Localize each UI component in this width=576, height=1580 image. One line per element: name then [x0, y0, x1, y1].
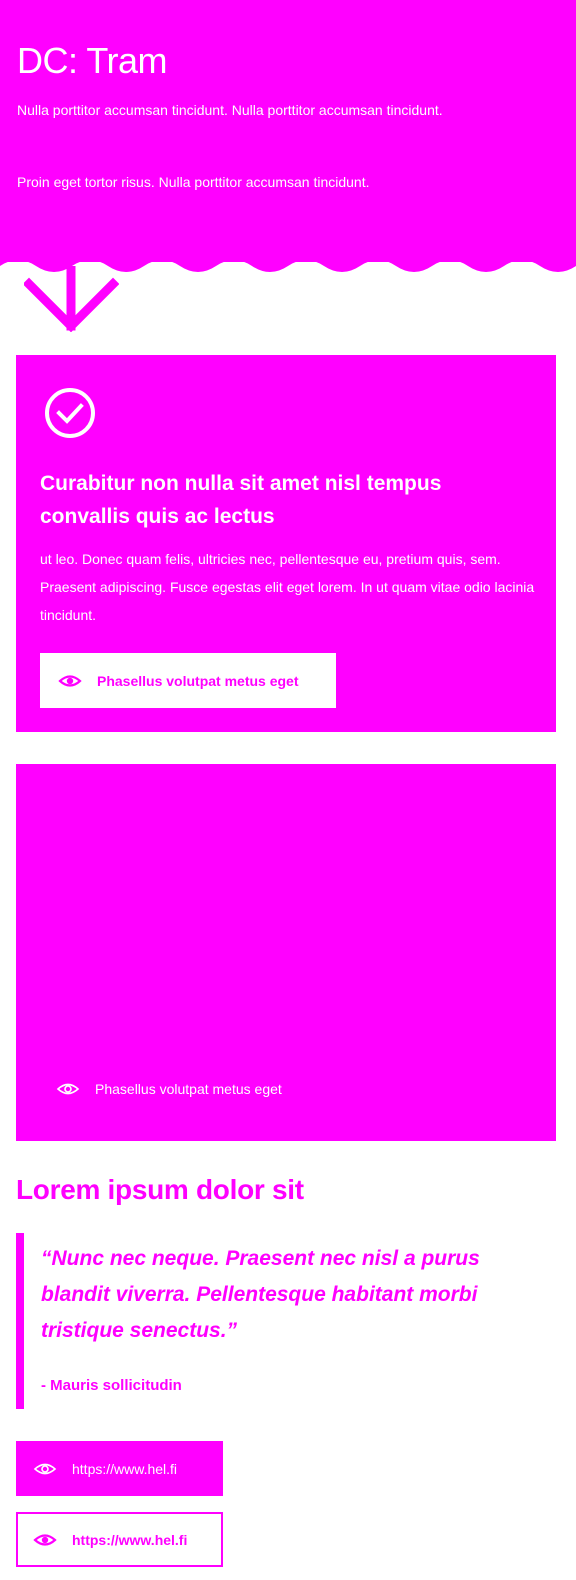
eye-icon: [33, 1463, 57, 1474]
arrow-down-icon: [24, 266, 119, 332]
blockquote: “Nunc nec neque. Praesent nec nisl a pur…: [16, 1233, 556, 1409]
section-title: Lorem ipsum dolor sit: [16, 1174, 304, 1205]
quote-text: “Nunc nec neque. Praesent nec nisl a pur…: [41, 1247, 480, 1342]
hero-banner: DC: Tram Nulla porttitor accumsan tincid…: [0, 0, 576, 262]
eye-icon: [33, 1533, 57, 1546]
card-button-label: Phasellus volutpat metus eget: [97, 672, 299, 689]
eye-icon: [58, 674, 82, 687]
image-card: Phasellus volutpat metus eget: [16, 764, 556, 1141]
card-link-label: Phasellus volutpat metus eget: [95, 1081, 282, 1097]
content-card: Curabitur non nulla sit amet nisl tempus…: [16, 355, 556, 732]
quote-author: - Mauris sollicitudin: [41, 1377, 182, 1394]
card-link[interactable]: Phasellus volutpat metus eget: [56, 1077, 282, 1101]
link-label: https://www.hel.fi: [72, 1531, 188, 1548]
card-text: ut leo. Donec quam felis, ultricies nec,…: [40, 551, 535, 623]
hero-paragraph: Proin eget tortor risus. Nulla porttitor…: [17, 174, 370, 190]
eye-icon: [56, 1083, 80, 1095]
page-title: DC: Tram: [17, 40, 168, 81]
link-label: https://www.hel.fi: [72, 1460, 178, 1477]
card-title: Curabitur non nulla sit amet nisl tempus…: [40, 472, 442, 528]
external-link-filled[interactable]: https://www.hel.fi: [16, 1441, 223, 1496]
page: DC: Tram Nulla porttitor accumsan tincid…: [0, 0, 576, 1580]
external-link-outline[interactable]: https://www.hel.fi: [16, 1512, 223, 1567]
check-circle-icon: [45, 388, 95, 438]
card-button[interactable]: Phasellus volutpat metus eget: [40, 653, 336, 708]
hero-paragraph: Nulla porttitor accumsan tincidunt. Null…: [17, 102, 443, 118]
